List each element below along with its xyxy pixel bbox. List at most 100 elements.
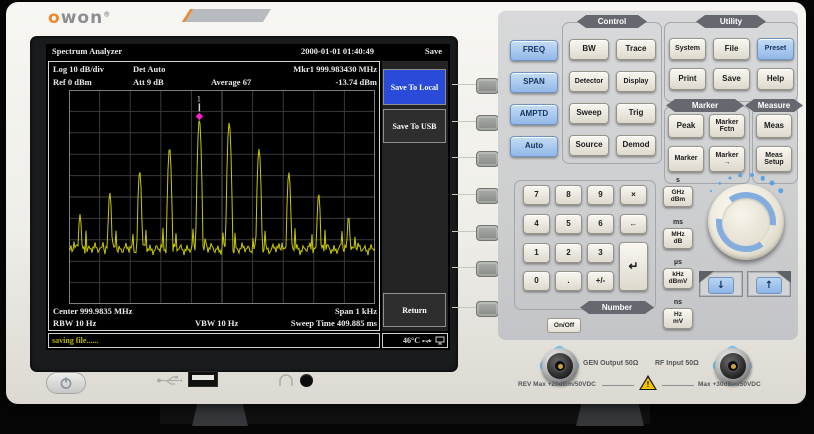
key-1[interactable]: 1 xyxy=(523,243,550,263)
down-arrow-icon: ↓ xyxy=(717,280,725,291)
rf-input-connector[interactable] xyxy=(715,348,751,384)
freq-button[interactable]: FREQ xyxy=(510,40,558,61)
gen-onoff-button[interactable]: On/Off xyxy=(547,318,581,333)
softkey-6[interactable] xyxy=(476,261,499,277)
file-button[interactable]: File xyxy=(713,38,750,60)
key-backspace[interactable]: ← xyxy=(620,214,647,234)
measure-group-ribbon: Measure xyxy=(745,99,803,112)
power-button[interactable] xyxy=(46,372,86,394)
key-5-label: 5 xyxy=(566,220,570,228)
marker-to-arrow: → xyxy=(724,159,731,166)
key-4[interactable]: 4 xyxy=(523,214,550,234)
span-label: SPAN xyxy=(523,78,545,86)
spectrum-trace-svg: 1 xyxy=(69,90,375,304)
auto-button[interactable]: Auto xyxy=(510,136,558,157)
unit-key-khz-dbmv[interactable]: kHzdBmV xyxy=(663,268,693,289)
unit-key-ghz-dbm[interactable]: GHzdBm xyxy=(663,186,693,207)
key-2[interactable]: 2 xyxy=(555,243,582,263)
sweep-button[interactable]: Sweep xyxy=(569,103,609,124)
source-label: Source xyxy=(575,141,602,149)
softkey-leader-line xyxy=(452,307,478,308)
rotary-knob[interactable] xyxy=(708,184,784,260)
marker-fctn-button[interactable]: MarkerFctn xyxy=(709,114,745,138)
amptd-button[interactable]: AMPTD xyxy=(510,104,558,125)
softkey-leader-line xyxy=(452,267,478,268)
usb-port[interactable] xyxy=(188,371,218,387)
trace-panel: Log 10 dB/div Det Auto Mkr1 999.983430 M… xyxy=(48,61,380,331)
preset-button[interactable]: Preset xyxy=(757,38,794,60)
up-arrow-button[interactable]: ↑ xyxy=(756,277,782,294)
caution-line-right xyxy=(662,385,694,386)
vbw-readout: VBW 10 Hz xyxy=(195,318,238,328)
peak-button[interactable]: Peak xyxy=(668,114,704,138)
key-9-label: 9 xyxy=(598,191,602,199)
key-6[interactable]: 6 xyxy=(587,214,614,234)
up-arrow-icon: ↑ xyxy=(765,280,773,291)
headphone-jack[interactable] xyxy=(300,374,313,387)
key-5[interactable]: 5 xyxy=(555,214,582,234)
display-button[interactable]: Display xyxy=(616,71,656,92)
down-arrow-button[interactable]: ↓ xyxy=(708,277,734,294)
softkey-7[interactable] xyxy=(476,301,499,317)
help-label: Help xyxy=(767,75,784,83)
softkey-1[interactable] xyxy=(476,78,499,94)
save-button[interactable]: Save xyxy=(713,68,750,90)
marker-to-button[interactable]: Marker→ xyxy=(709,146,745,172)
key-7[interactable]: 7 xyxy=(523,185,550,205)
key-cancel[interactable]: × xyxy=(620,185,647,205)
up-arrow-key-frame: ↑ xyxy=(747,271,791,297)
print-button[interactable]: Print xyxy=(669,68,706,90)
print-label: Print xyxy=(678,75,696,83)
menu-item-save-to-usb[interactable]: Save To USB xyxy=(383,109,446,143)
softkey-4[interactable] xyxy=(476,188,499,204)
help-button[interactable]: Help xyxy=(757,68,794,90)
meas-setup-button[interactable]: MeasSetup xyxy=(756,146,792,172)
key-dot[interactable]: . xyxy=(555,271,582,291)
softkey-leader-line xyxy=(452,84,478,85)
unit-key-hz-mv[interactable]: HzmV xyxy=(663,308,693,329)
span-button[interactable]: SPAN xyxy=(510,72,558,93)
rf-input-label: RF Input 50Ω xyxy=(655,360,699,367)
key-9[interactable]: 9 xyxy=(587,185,614,205)
marker-to-label-1: Marker xyxy=(716,152,739,159)
demod-button[interactable]: Demod xyxy=(616,135,656,156)
menu-item-save-to-local[interactable]: Save To Local xyxy=(383,69,446,105)
detector-button[interactable]: Detector xyxy=(569,71,609,92)
display-label: Display xyxy=(624,78,649,85)
system-button[interactable]: System xyxy=(669,38,706,60)
lcd-screen: Spectrum Analyzer 2000-01-01 01:40:49 Sa… xyxy=(46,44,450,350)
key-8[interactable]: 8 xyxy=(555,185,582,205)
warning-exclamation: ! xyxy=(647,380,650,389)
span-readout: Span 1 kHz xyxy=(335,306,377,316)
freq-label: FREQ xyxy=(523,46,545,54)
key-4-label: 4 xyxy=(534,220,538,228)
key-3[interactable]: 3 xyxy=(587,243,614,263)
key-0[interactable]: 0 xyxy=(523,271,550,291)
rev-max-label: REV Max +20dBm/50VDC xyxy=(518,381,596,388)
meas-button[interactable]: Meas xyxy=(756,114,792,138)
unit-dbm: dBm xyxy=(671,197,685,204)
softkey-2[interactable] xyxy=(476,115,499,131)
trig-button[interactable]: Trig xyxy=(616,103,656,124)
source-button[interactable]: Source xyxy=(569,135,609,156)
marker-button[interactable]: Marker xyxy=(668,146,704,172)
softkey-3[interactable] xyxy=(476,151,499,167)
amptd-label: AMPTD xyxy=(520,110,548,118)
save-label: Save xyxy=(722,75,741,83)
gen-output-connector[interactable] xyxy=(542,348,578,384)
key-plus-minus[interactable]: +/- xyxy=(587,271,614,291)
status-message: saving file...... xyxy=(49,336,98,345)
menu-item-return[interactable]: Return xyxy=(383,293,446,327)
bw-button[interactable]: BW xyxy=(569,39,609,60)
softkey-5[interactable] xyxy=(476,225,499,241)
trace-button[interactable]: Trace xyxy=(616,39,656,60)
registered-mark: ® xyxy=(103,10,111,18)
key-8-label: 8 xyxy=(566,191,570,199)
unit-key-mhz-db[interactable]: MHzdB xyxy=(663,228,693,249)
status-bar-info-box: 46°C xyxy=(382,333,448,348)
marker-label: Marker xyxy=(675,155,698,162)
unit-tag-ms: ms xyxy=(663,219,693,226)
power-icon xyxy=(59,376,73,390)
status-bar-message-box: saving file...... xyxy=(48,333,380,348)
key-enter[interactable]: ↵ xyxy=(619,242,648,291)
